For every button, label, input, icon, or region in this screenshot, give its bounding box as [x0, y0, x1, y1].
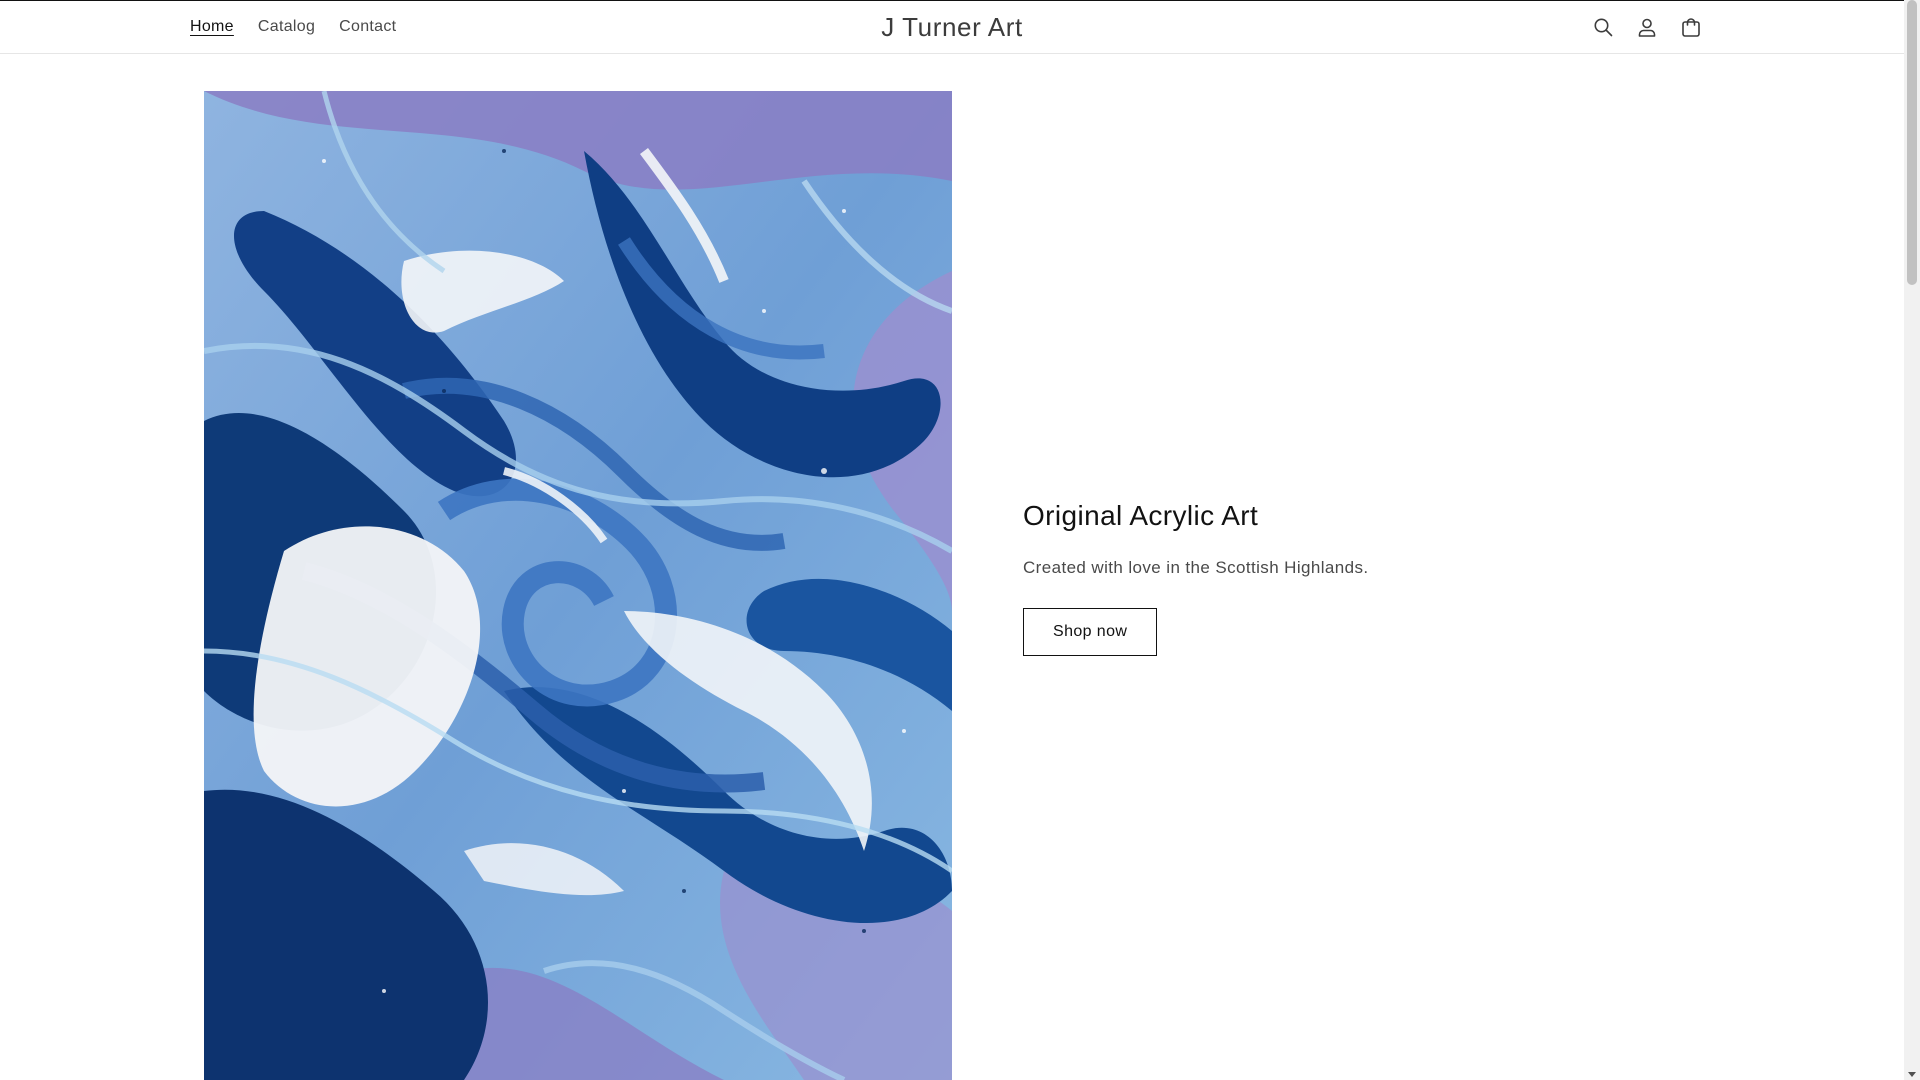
acrylic-painting-image: [204, 91, 952, 1080]
hero-subtitle: Created with love in the Scottish Highla…: [1023, 558, 1369, 577]
hero-content: Original Acrylic Art Created with love i…: [1023, 500, 1723, 656]
page: Home Catalog Contact J Turner Art Origin…: [0, 0, 1920, 1080]
page-scrollbar[interactable]: [1904, 0, 1920, 1080]
hero-image: [204, 91, 952, 1080]
hero-title: Original Acrylic Art: [1023, 500, 1259, 531]
scrollbar-thumb[interactable]: [1907, 0, 1917, 285]
site-logo-link[interactable]: J Turner Art: [881, 12, 1023, 42]
nav-home-link[interactable]: Home: [190, 18, 234, 36]
header-icons: [1590, 1, 1704, 53]
shop-now-button[interactable]: Shop now: [1023, 608, 1158, 656]
scroll-down-arrow-icon[interactable]: [1908, 1072, 1916, 1077]
nav-contact-link[interactable]: Contact: [339, 18, 396, 36]
account-icon[interactable]: [1634, 14, 1660, 40]
nav-catalog-link[interactable]: Catalog: [258, 18, 315, 36]
cart-icon[interactable]: [1678, 14, 1704, 40]
main-nav: Home Catalog Contact: [190, 1, 420, 53]
search-icon[interactable]: [1590, 14, 1616, 40]
site-header: Home Catalog Contact J Turner Art: [0, 1, 1904, 54]
